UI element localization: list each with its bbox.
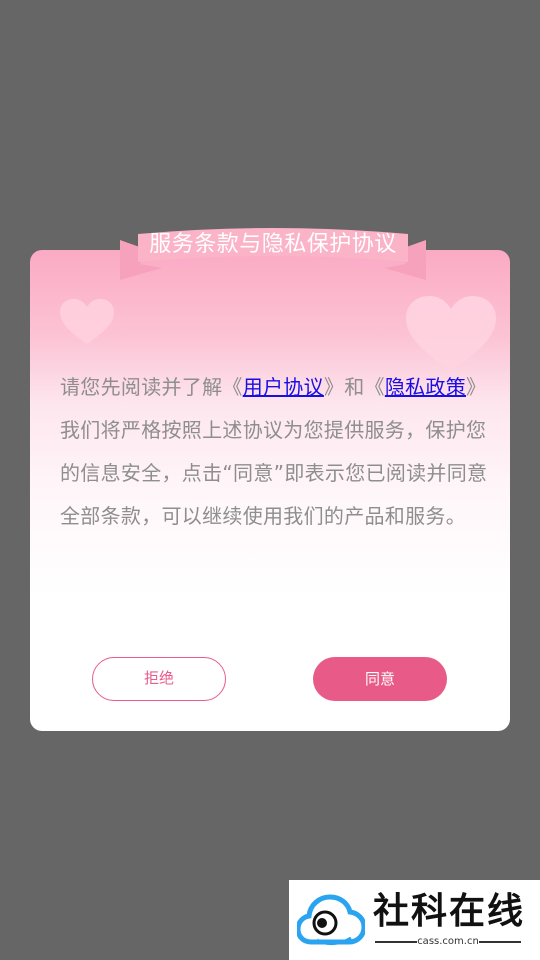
user-agreement-link[interactable]: 用户协议 (243, 375, 324, 399)
heart-decoration-right-icon (406, 296, 496, 371)
watermark-line-right (479, 941, 521, 943)
dialog-title: 服务条款与隐私保护协议 (149, 232, 397, 257)
watermark-title: 社科在线 (373, 891, 526, 932)
title-ribbon: 服务条款与隐私保护协议 (118, 228, 428, 284)
watermark-line-left (375, 941, 417, 943)
watermark: 社科在线 cass.com.cn (289, 880, 540, 960)
agreement-text-part1: 请您先阅读并了解《 (60, 375, 243, 399)
agreement-text-part2: 》和《 (323, 375, 385, 399)
agreement-text: 请您先阅读并了解《用户协议》和《隐私政策》我们将严格按照上述协议为您提供服务，保… (60, 366, 488, 538)
refuse-button[interactable]: 拒绝 (92, 657, 226, 701)
cloud-eye-logo-icon (297, 894, 365, 946)
heart-decoration-left-icon (60, 299, 114, 344)
agree-button[interactable]: 同意 (313, 657, 447, 701)
watermark-subtitle: cass.com.cn (417, 936, 479, 947)
privacy-policy-link[interactable]: 隐私政策 (385, 375, 466, 399)
